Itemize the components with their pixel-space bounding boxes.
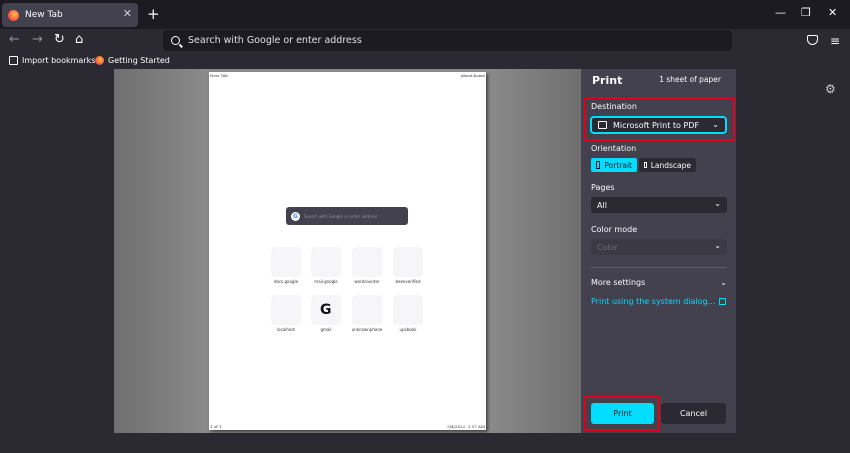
nav-toolbar: ← → ↻ ⌂ ≡ xyxy=(0,29,850,53)
reload-button[interactable]: ↻ xyxy=(54,32,65,47)
page-footer-right: 5/4/2022, 1:57 AM xyxy=(447,424,485,429)
cancel-button[interactable]: Cancel xyxy=(661,403,726,424)
portrait-icon xyxy=(596,161,601,169)
preview-tile-label: mail.google xyxy=(314,279,338,284)
pages-select[interactable]: All ⌄ xyxy=(591,197,727,213)
tab-title: New Tab xyxy=(25,10,63,20)
back-button[interactable]: ← xyxy=(9,32,20,47)
color-mode-label: Color mode xyxy=(591,225,638,234)
close-window-button[interactable]: ✕ xyxy=(828,6,837,19)
destination-select[interactable]: Microsoft Print to PDF ⌄ xyxy=(590,116,727,134)
pages-label: Pages xyxy=(591,183,615,192)
new-tab-button[interactable]: + xyxy=(147,5,160,23)
restore-button[interactable]: ❐ xyxy=(801,6,811,19)
preview-page: New Tab about:home G Search with Google … xyxy=(209,72,486,430)
bookmark-label: Import bookmarks... xyxy=(22,56,104,65)
preview-tile xyxy=(312,248,340,276)
url-input[interactable] xyxy=(188,35,688,46)
preview-tile-label: upsbook xyxy=(399,327,417,332)
system-dialog-link[interactable]: Print using the system dialog... xyxy=(591,297,715,306)
menu-button[interactable]: ≡ xyxy=(830,34,840,48)
chevron-down-icon: ⌄ xyxy=(714,241,721,250)
external-link-icon xyxy=(719,298,726,305)
printer-icon xyxy=(598,121,607,129)
print-settings-panel: Print 1 sheet of paper Destination Micro… xyxy=(581,69,736,433)
gmail-logo-icon: G xyxy=(320,302,332,318)
firefox-icon xyxy=(8,9,19,21)
preview-tile xyxy=(272,296,300,324)
firefox-icon xyxy=(95,56,104,65)
color-mode-value: Color xyxy=(597,242,618,252)
chevron-down-icon: ⌄ xyxy=(712,120,719,129)
landscape-icon xyxy=(644,162,647,168)
preview-tile-label: unknownphone xyxy=(351,327,383,332)
sheet-count: 1 sheet of paper xyxy=(659,75,721,84)
search-icon xyxy=(171,36,180,45)
print-button[interactable]: Print xyxy=(591,403,654,424)
preview-tile-label: beenverified xyxy=(395,279,421,284)
pocket-icon[interactable] xyxy=(807,35,818,45)
portrait-label: Portrait xyxy=(604,160,632,170)
color-mode-select[interactable]: Color ⌄ xyxy=(591,239,727,255)
landscape-label: Landscape xyxy=(650,160,691,170)
close-tab-icon[interactable]: ✕ xyxy=(123,7,132,20)
forward-button[interactable]: → xyxy=(32,32,43,47)
orientation-label: Orientation xyxy=(591,144,637,153)
preview-tile xyxy=(394,296,422,324)
page-header-left: New Tab xyxy=(210,73,228,78)
preview-tile-label: wordcounter xyxy=(354,279,380,284)
bookmark-import[interactable]: Import bookmarks... xyxy=(9,56,103,65)
bookmark-label: Getting Started xyxy=(108,56,170,65)
url-bar[interactable] xyxy=(163,30,732,51)
chevron-down-icon: ⌄ xyxy=(720,278,727,287)
pages-value: All xyxy=(597,200,607,210)
chevron-down-icon: ⌄ xyxy=(714,199,721,208)
tab-strip: New Tab ✕ + — ❐ ✕ xyxy=(0,0,850,29)
google-icon: G xyxy=(291,211,300,221)
preview-search-text: Search with Google or enter address xyxy=(304,213,378,219)
gear-icon[interactable]: ⚙ xyxy=(825,82,836,96)
page-header-right: about:home xyxy=(460,73,485,78)
preview-tile xyxy=(353,248,381,276)
preview-search-box: G Search with Google or enter address xyxy=(286,207,408,225)
page-footer-left: 1 of 1 xyxy=(210,424,222,429)
preview-tile-label: gmail xyxy=(320,327,332,332)
destination-value: Microsoft Print to PDF xyxy=(613,120,700,130)
preview-tile xyxy=(353,296,381,324)
divider xyxy=(591,267,727,268)
destination-label: Destination xyxy=(591,102,637,111)
tab-new-tab[interactable]: New Tab ✕ xyxy=(2,3,138,27)
more-settings-label: More settings xyxy=(591,278,646,287)
preview-tile: G xyxy=(312,296,340,324)
bookmark-getting-started[interactable]: Getting Started xyxy=(95,56,170,65)
more-settings-toggle[interactable]: More settings ⌄ xyxy=(591,278,727,287)
home-button[interactable]: ⌂ xyxy=(75,32,83,47)
preview-tile xyxy=(272,248,300,276)
bookmarks-toolbar: Import bookmarks... Getting Started xyxy=(0,53,850,69)
minimize-button[interactable]: — xyxy=(775,6,786,19)
import-icon xyxy=(9,56,18,65)
preview-tile-label: docs.google xyxy=(273,279,299,284)
print-title: Print xyxy=(592,74,623,87)
landscape-button[interactable]: Landscape xyxy=(639,158,696,172)
portrait-button[interactable]: Portrait xyxy=(591,158,637,172)
preview-tile-label: localhost xyxy=(277,327,295,332)
preview-tile xyxy=(394,248,422,276)
